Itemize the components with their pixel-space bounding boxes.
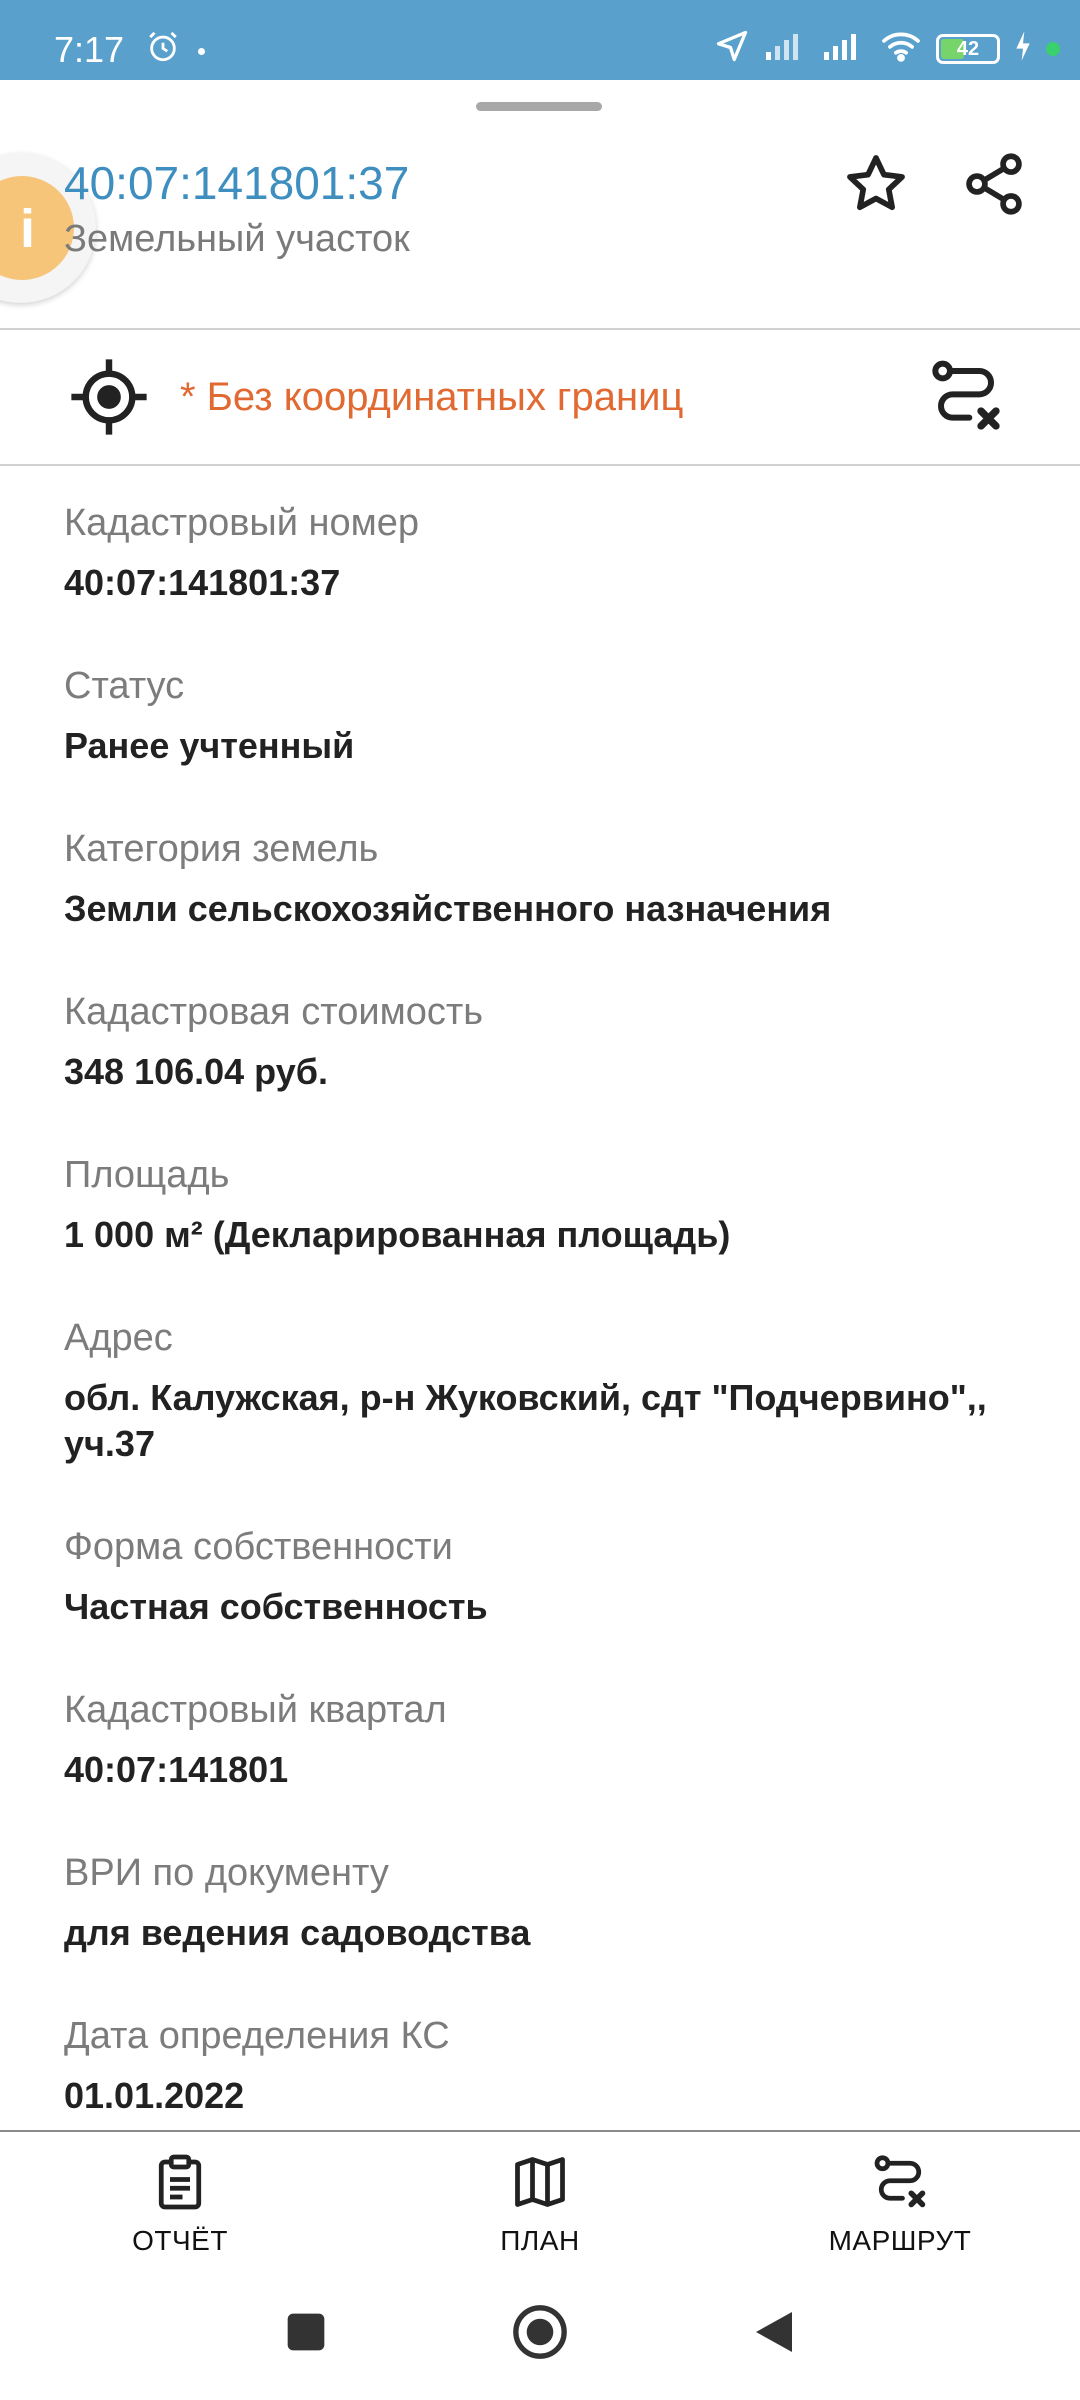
favorite-button[interactable] [836, 146, 916, 226]
status-icons: 42 [714, 28, 1060, 69]
property-label: Кадастровый номер [64, 502, 420, 544]
property-land-category: Категория земель Земли сельскохозяйствен… [64, 826, 1024, 932]
property-value: 348 106.04 руб. [64, 1051, 328, 1092]
privacy-dot [1046, 41, 1060, 56]
plan-button[interactable]: ПЛАН [430, 2152, 650, 2262]
property-label: Категория земель [64, 828, 379, 870]
route-button[interactable]: МАРШРУТ [790, 2152, 1010, 2262]
property-label: Площадь [64, 1154, 230, 1196]
property-valuation-date: Дата определения КС 01.01.2022 [64, 2013, 1024, 2119]
report-label: ОТЧЁТ [132, 2225, 228, 2256]
route-off-icon [870, 2152, 930, 2217]
square-icon [284, 2310, 328, 2359]
property-address: Адрес обл. Калужская, р-н Жуковский, сдт… [64, 1315, 1024, 1467]
property-status: Статус Ранее учтенный [64, 663, 1024, 769]
property-value: 40:07:141801 [64, 1749, 289, 1790]
status-bar: 7:17 42 [0, 0, 1080, 80]
report-button[interactable]: ОТЧЁТ [70, 2152, 290, 2262]
property-label: Дата определения КС [64, 2015, 450, 2057]
coordinates-row: * Без координатных границ [0, 330, 1080, 464]
share-button[interactable] [954, 146, 1034, 226]
battery-indicator: 42 [936, 33, 1000, 64]
property-value: Ранее учтенный [64, 725, 355, 766]
recents-button[interactable] [276, 2304, 336, 2364]
back-triangle-icon [752, 2308, 796, 2361]
sheet-drag-handle[interactable] [476, 102, 602, 111]
coordinates-divider [0, 464, 1080, 466]
back-button[interactable] [744, 2304, 804, 2364]
property-value: 40:07:141801:37 [64, 562, 341, 603]
property-cadastral-quarter: Кадастровый квартал 40:07:141801 [64, 1687, 1024, 1793]
home-button[interactable] [510, 2304, 570, 2364]
property-label: Статус [64, 665, 185, 707]
avatar: i [0, 176, 74, 280]
location-icon [714, 28, 750, 69]
property-label: Форма собственности [64, 1526, 453, 1568]
alarm-icon [146, 30, 180, 69]
property-value: 01.01.2022 [64, 2075, 245, 2116]
property-area: Площадь 1 000 м² (Декларированная площад… [64, 1152, 1024, 1258]
clipboard-icon [150, 2152, 210, 2217]
property-value: для ведения садоводства [64, 1912, 531, 1953]
plan-label: ПЛАН [500, 2225, 580, 2256]
object-type: Земельный участок [64, 218, 410, 260]
share-icon [960, 150, 1028, 223]
property-label: Адрес [64, 1317, 173, 1359]
property-permitted-use: ВРИ по документу для ведения садоводства [64, 1850, 1024, 1956]
home-circle-icon [511, 2303, 569, 2366]
notification-dot [198, 48, 205, 55]
page-title: 40:07:141801:37 [64, 157, 410, 209]
bottom-navigation: ОТЧЁТ ПЛАН МАРШРУТ [0, 2130, 1080, 2268]
property-label: Кадастровый квартал [64, 1689, 447, 1731]
property-value: 1 000 м² (Декларированная площадь) [64, 1214, 731, 1255]
property-value: Частная собственность [64, 1586, 488, 1627]
bottom-sheet: i 40:07:141801:37 Земельный участок * Бе… [0, 80, 1080, 2130]
property-value: Земли сельскохозяйственного назначения [64, 888, 832, 929]
signal-icon-2 [822, 30, 866, 67]
status-time: 7:17 [54, 29, 125, 70]
charging-icon [1014, 30, 1032, 67]
property-ownership-form: Форма собственности Частная собственност… [64, 1524, 1024, 1630]
property-label: ВРИ по документу [64, 1852, 389, 1894]
crosshair-icon[interactable] [66, 354, 152, 445]
no-boundaries-text: * Без координатных границ [180, 375, 684, 419]
signal-icon-1 [764, 30, 808, 67]
system-navigation-bar [0, 2268, 1080, 2400]
property-cadastral-number: Кадастровый номер 40:07:141801:37 [64, 500, 1024, 606]
property-label: Кадастровая стоимость [64, 991, 484, 1033]
star-icon [842, 150, 910, 223]
wifi-icon [880, 29, 922, 68]
avatar-letter: i [20, 199, 36, 259]
battery-level: 42 [956, 37, 980, 60]
route-label: МАРШРУТ [828, 2225, 972, 2256]
property-cadastral-value: Кадастровая стоимость 348 106.04 руб. [64, 989, 1024, 1095]
map-icon [510, 2152, 570, 2217]
property-value: обл. Калужская, р-н Жуковский, сдт "Подч… [64, 1377, 987, 1464]
route-off-icon[interactable] [926, 356, 1006, 441]
